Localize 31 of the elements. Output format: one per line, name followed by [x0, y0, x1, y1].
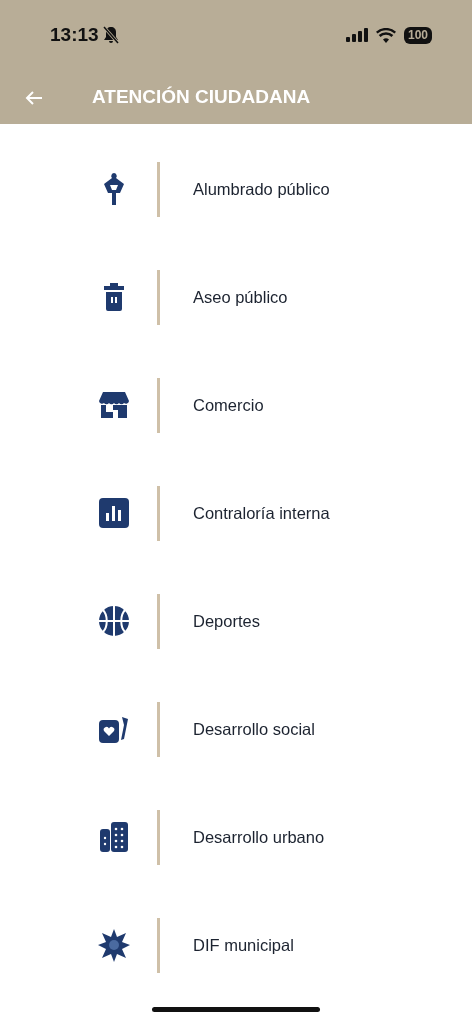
menu-item-label: Desarrollo urbano — [193, 826, 325, 848]
menu-item-label: Desarrollo social — [193, 718, 315, 740]
menu-item[interactable]: Contraloría interna — [0, 459, 472, 567]
back-arrow-icon — [24, 89, 44, 106]
storefront-icon — [98, 391, 130, 419]
lamp-post-icon — [102, 172, 126, 206]
status-time: 13:13 — [50, 22, 99, 47]
signal-icon — [345, 28, 368, 42]
menu-item-label: DIF municipal — [193, 934, 294, 956]
menu-item-label: Alumbrado público — [193, 178, 330, 200]
menu-item[interactable]: Desarrollo urbano — [0, 783, 472, 891]
menu-item-label: Comercio — [193, 394, 264, 416]
menu-item[interactable]: DIF municipal — [0, 891, 472, 999]
page-title: ATENCIÓN CIUDADANA — [92, 84, 311, 109]
menu-item[interactable]: Aseo público — [0, 243, 472, 351]
star-emblem-icon — [97, 928, 131, 962]
basketball-icon — [98, 605, 130, 637]
menu-item-label: Deportes — [193, 610, 260, 632]
bell-muted-icon — [102, 26, 119, 44]
menu-item[interactable]: Comercio — [0, 351, 472, 459]
bar-chart-icon — [99, 498, 129, 528]
menu-item[interactable]: Desarrollo social — [0, 675, 472, 783]
menu-item[interactable]: Alumbrado público — [0, 135, 472, 243]
menu-item[interactable]: Deportes — [0, 567, 472, 675]
buildings-icon — [99, 821, 129, 853]
wifi-icon — [375, 27, 396, 43]
cards-heart-icon — [98, 714, 130, 744]
menu-item-label: Aseo público — [193, 286, 288, 308]
menu-item-label: Contraloría interna — [193, 502, 330, 524]
battery-level: 100 — [403, 26, 432, 44]
trash-can-icon — [103, 282, 125, 312]
